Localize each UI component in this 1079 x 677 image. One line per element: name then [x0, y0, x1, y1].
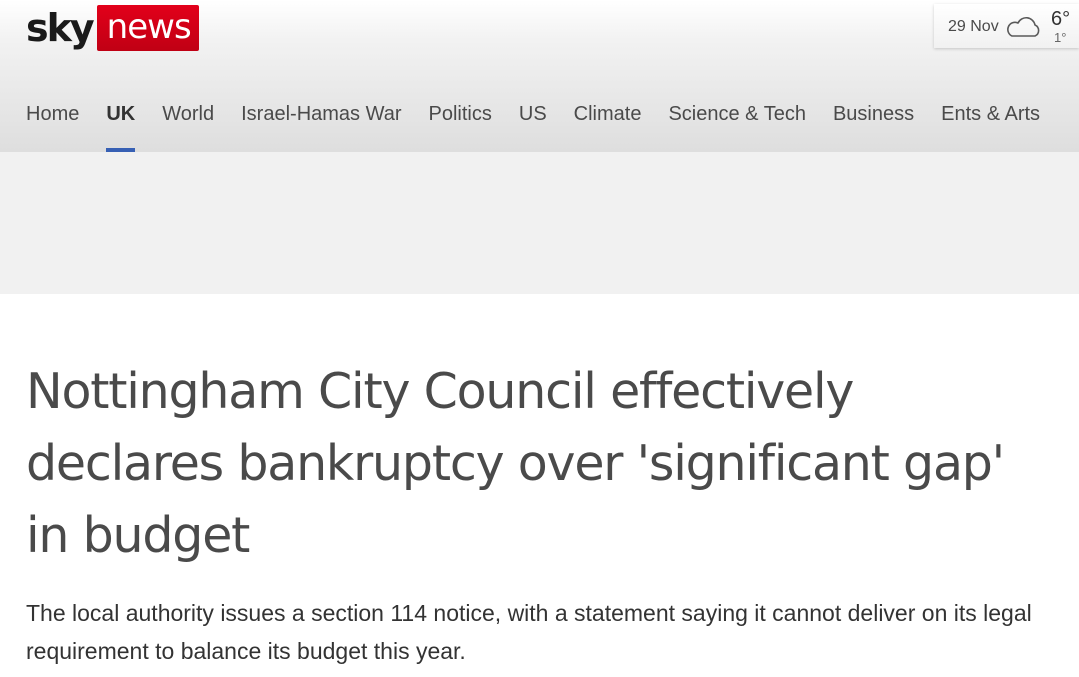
nav-item-business[interactable]: Business — [833, 96, 914, 152]
weather-date: 29 Nov — [948, 18, 999, 35]
nav-item-world[interactable]: World — [162, 96, 214, 152]
weather-widget[interactable]: 29 Nov 6° 1° — [934, 4, 1079, 48]
weather-high-temp: 6° — [1051, 8, 1071, 30]
main-nav: Home UK World Israel-Hamas War Politics … — [26, 96, 1040, 152]
logo-sky-text: sky — [26, 6, 95, 50]
advert-placeholder — [0, 152, 1079, 294]
article-headline: Nottingham City Council effectively decl… — [26, 363, 1005, 564]
logo-news-badge: news — [96, 5, 199, 51]
nav-item-politics[interactable]: Politics — [429, 96, 492, 152]
nav-item-uk[interactable]: UK — [106, 96, 135, 152]
sky-news-logo[interactable]: sky news — [26, 4, 199, 52]
cloud-icon — [1004, 16, 1042, 38]
nav-item-ents-arts[interactable]: Ents & Arts — [941, 96, 1040, 152]
site-header: sky news 29 Nov 6° 1° Home UK World Isra… — [0, 0, 1079, 152]
nav-item-science-tech[interactable]: Science & Tech — [668, 96, 806, 152]
nav-item-israel-hamas-war[interactable]: Israel-Hamas War — [241, 96, 401, 152]
weather-low-temp: 1° — [1054, 30, 1067, 45]
nav-item-climate[interactable]: Climate — [574, 96, 642, 152]
nav-item-home[interactable]: Home — [26, 96, 79, 152]
article-standfirst: The local authority issues a section 114… — [26, 600, 1032, 664]
nav-item-us[interactable]: US — [519, 96, 547, 152]
